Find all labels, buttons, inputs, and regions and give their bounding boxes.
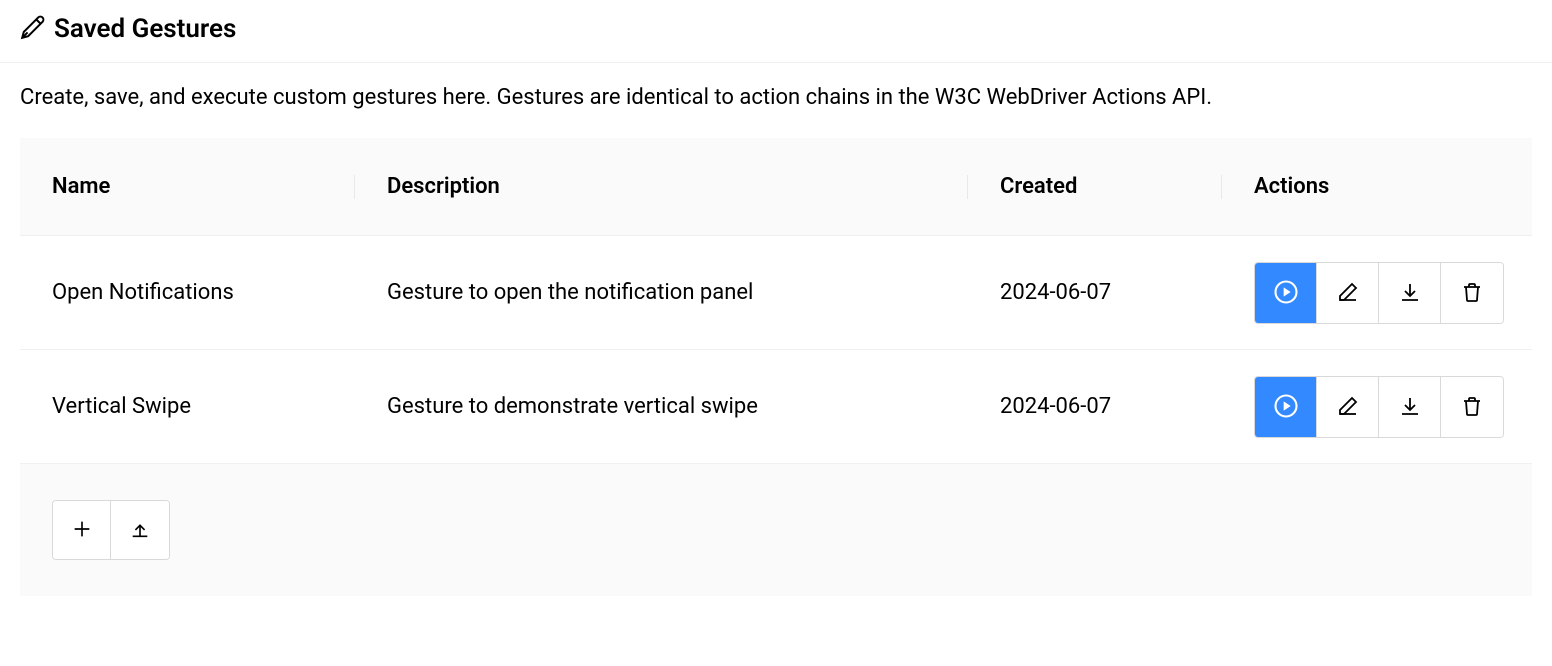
cell-actions — [1222, 376, 1532, 438]
cell-created: 2024-06-07 — [968, 350, 1222, 463]
cell-description: Gesture to open the notification panel — [355, 236, 968, 349]
play-circle-icon — [1272, 392, 1300, 423]
upload-icon — [129, 518, 151, 543]
cell-description: Gesture to demonstrate vertical swipe — [355, 350, 968, 463]
upload-gesture-button[interactable] — [111, 501, 169, 559]
footer-actions-group — [52, 500, 170, 560]
column-header-actions: Actions — [1222, 138, 1532, 235]
play-circle-icon — [1272, 278, 1300, 309]
cell-created: 2024-06-07 — [968, 236, 1222, 349]
table-row: Vertical Swipe Gesture to demonstrate ve… — [20, 350, 1532, 464]
table-header-row: Name Description Created Actions — [20, 138, 1532, 236]
delete-button[interactable] — [1441, 377, 1503, 438]
cell-name: Vertical Swipe — [20, 350, 355, 463]
row-actions-group — [1254, 376, 1504, 438]
column-header-name: Name — [20, 138, 355, 235]
trash-icon — [1460, 280, 1484, 307]
download-button[interactable] — [1379, 263, 1441, 324]
table-footer — [20, 464, 1532, 596]
download-icon — [1398, 394, 1422, 421]
trash-icon — [1460, 394, 1484, 421]
add-gesture-button[interactable] — [53, 501, 111, 559]
cell-actions — [1222, 262, 1532, 324]
edit-button[interactable] — [1317, 263, 1379, 324]
gestures-table: Name Description Created Actions Open No… — [20, 138, 1532, 596]
download-icon — [1398, 280, 1422, 307]
play-button[interactable] — [1255, 263, 1317, 324]
column-header-created: Created — [968, 138, 1222, 235]
plus-icon — [71, 518, 93, 543]
page-header: Saved Gestures — [0, 0, 1552, 63]
download-button[interactable] — [1379, 377, 1441, 438]
edit-icon — [1336, 280, 1360, 307]
content-area: Create, save, and execute custom gesture… — [0, 63, 1552, 596]
delete-button[interactable] — [1441, 263, 1503, 324]
cell-name: Open Notifications — [20, 236, 355, 349]
edit-icon — [1336, 394, 1360, 421]
play-button[interactable] — [1255, 377, 1317, 438]
row-actions-group — [1254, 262, 1504, 324]
edit-button[interactable] — [1317, 377, 1379, 438]
column-header-description: Description — [355, 138, 968, 235]
table-row: Open Notifications Gesture to open the n… — [20, 236, 1532, 350]
page-title: Saved Gestures — [54, 14, 236, 44]
page-description: Create, save, and execute custom gesture… — [20, 85, 1532, 110]
gesture-icon — [20, 14, 46, 44]
